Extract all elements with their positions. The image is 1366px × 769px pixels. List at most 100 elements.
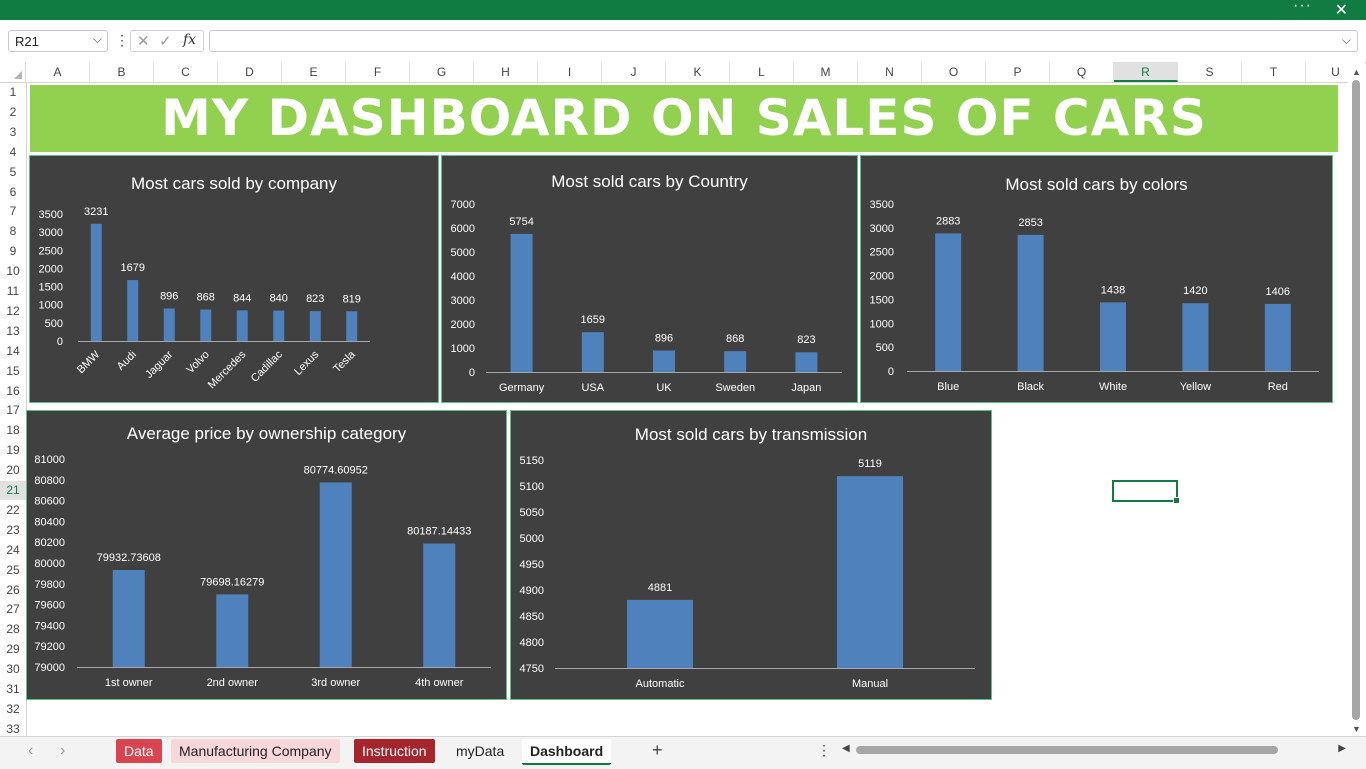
bar[interactable]	[423, 543, 456, 667]
row-header-22[interactable]: 22	[0, 501, 26, 520]
column-header-s[interactable]: S	[1178, 62, 1242, 82]
column-header-j[interactable]: J	[602, 62, 666, 82]
row-header-28[interactable]: 28	[0, 620, 26, 639]
bar[interactable]	[309, 311, 321, 341]
plus-icon[interactable]: +	[652, 740, 663, 761]
bar[interactable]	[1264, 303, 1291, 371]
row-header-6[interactable]: 6	[0, 183, 26, 202]
row-header-19[interactable]: 19	[0, 441, 26, 460]
vertical-scroll-thumb[interactable]	[1352, 80, 1360, 720]
bar[interactable]	[837, 476, 903, 668]
enter-icon[interactable]: ✓	[159, 32, 172, 50]
column-header-l[interactable]: L	[730, 62, 794, 82]
bar[interactable]	[236, 310, 248, 341]
row-header-17[interactable]: 17	[0, 401, 26, 420]
row-header-23[interactable]: 23	[0, 521, 26, 540]
close-icon[interactable]: ✕	[1335, 0, 1348, 20]
column-header-i[interactable]: I	[538, 62, 602, 82]
bar[interactable]	[216, 594, 249, 667]
horizontal-scroll-thumb[interactable]	[856, 746, 1278, 754]
bar[interactable]	[581, 332, 604, 372]
name-box[interactable]: R21 ⌵	[8, 30, 108, 52]
bar[interactable]	[510, 233, 533, 372]
column-header-a[interactable]: A	[26, 62, 90, 82]
bar[interactable]	[112, 569, 145, 667]
scroll-down-icon[interactable]: ▼	[1352, 724, 1361, 734]
column-header-f[interactable]: F	[346, 62, 410, 82]
bar[interactable]	[273, 310, 285, 341]
row-header-29[interactable]: 29	[0, 640, 26, 659]
bar[interactable]	[627, 599, 693, 668]
column-header-g[interactable]: G	[410, 62, 474, 82]
row-header-16[interactable]: 16	[0, 382, 26, 401]
bar[interactable]	[935, 233, 962, 371]
column-header-h[interactable]: H	[474, 62, 538, 82]
row-header-18[interactable]: 18	[0, 421, 26, 440]
formula-bar-options-icon[interactable]: ⋮	[115, 32, 129, 49]
chevron-left-icon[interactable]: ‹	[28, 742, 33, 760]
column-header-d[interactable]: D	[218, 62, 282, 82]
column-header-o[interactable]: O	[922, 62, 986, 82]
bar[interactable]	[346, 311, 358, 341]
chevron-down-icon[interactable]: ⌵	[93, 32, 102, 47]
horizontal-scrollbar[interactable]: ◀ ▶	[842, 743, 1348, 757]
bar[interactable]	[163, 308, 175, 341]
column-header-k[interactable]: K	[666, 62, 730, 82]
column-header-b[interactable]: B	[90, 62, 154, 82]
chart-colors[interactable]: Most sold cars by colors 0 500 1000 1500 200…	[860, 155, 1333, 403]
sheet-tab-mydata[interactable]: myData	[448, 739, 512, 763]
column-header-e[interactable]: E	[282, 62, 346, 82]
row-header-10[interactable]: 10	[0, 262, 26, 281]
row-header-21[interactable]: 21	[0, 481, 26, 500]
row-header-25[interactable]: 25	[0, 561, 26, 580]
sheet-tab-data[interactable]: Data	[116, 739, 162, 763]
row-header-11[interactable]: 11	[0, 282, 26, 301]
row-header-5[interactable]: 5	[0, 163, 26, 182]
row-header-4[interactable]: 4	[0, 143, 26, 162]
formula-input[interactable]: ⌵	[209, 30, 1358, 52]
bar[interactable]	[90, 223, 102, 341]
row-header-12[interactable]: 12	[0, 302, 26, 321]
bar[interactable]	[1100, 302, 1126, 371]
insert-function-icon[interactable]: fx	[183, 32, 196, 48]
row-header-1[interactable]: 1	[0, 83, 26, 102]
bar[interactable]	[127, 280, 139, 341]
row-header-7[interactable]: 7	[0, 202, 26, 221]
column-header-p[interactable]: P	[986, 62, 1050, 82]
row-header-8[interactable]: 8	[0, 222, 26, 241]
column-header-m[interactable]: M	[794, 62, 858, 82]
chart-company[interactable]: Most cars sold by company 0 500 1000 1500 20…	[29, 155, 439, 403]
chevron-right-icon[interactable]: ›	[60, 742, 65, 760]
bar[interactable]	[653, 350, 675, 372]
row-header-31[interactable]: 31	[0, 680, 26, 699]
bar[interactable]	[724, 351, 747, 372]
cancel-icon[interactable]: ✕	[137, 32, 150, 50]
bar[interactable]	[319, 482, 352, 667]
row-header-3[interactable]: 3	[0, 123, 26, 142]
column-header-r[interactable]: R	[1114, 62, 1178, 82]
row-header-15[interactable]: 15	[0, 362, 26, 381]
row-header-2[interactable]: 2	[0, 103, 26, 122]
sheet-tab-manufacturing-company[interactable]: Manufacturing Company	[171, 739, 340, 763]
bar[interactable]	[795, 352, 818, 372]
row-header-13[interactable]: 13	[0, 322, 26, 341]
bar[interactable]	[200, 309, 212, 341]
vertical-scrollbar[interactable]: ▲ ▼	[1348, 64, 1366, 736]
bar[interactable]	[1182, 303, 1209, 371]
select-all-corner[interactable]	[0, 62, 26, 82]
row-header-30[interactable]: 30	[0, 660, 26, 679]
more-options-icon[interactable]: ···	[1293, 0, 1312, 15]
expand-formula-icon[interactable]: ⌵	[1342, 33, 1351, 48]
scroll-right-icon[interactable]: ▶	[1338, 743, 1346, 754]
tab-options-icon[interactable]: ⋮	[817, 742, 831, 759]
chart-country[interactable]: Most sold cars by Country 0 1000 2000 3000 4…	[441, 155, 858, 403]
row-header-27[interactable]: 27	[0, 600, 26, 619]
sheet-tab-instruction[interactable]: Instruction	[354, 739, 435, 763]
column-header-c[interactable]: C	[154, 62, 218, 82]
chart-ownership[interactable]: Average price by ownership category 7900…	[26, 410, 507, 700]
column-header-q[interactable]: Q	[1050, 62, 1114, 82]
row-header-26[interactable]: 26	[0, 581, 26, 600]
selected-cell[interactable]	[1112, 480, 1180, 504]
column-header-n[interactable]: N	[858, 62, 922, 82]
chart-transmission[interactable]: Most sold cars by transmission 4750 4800 4…	[510, 410, 992, 700]
